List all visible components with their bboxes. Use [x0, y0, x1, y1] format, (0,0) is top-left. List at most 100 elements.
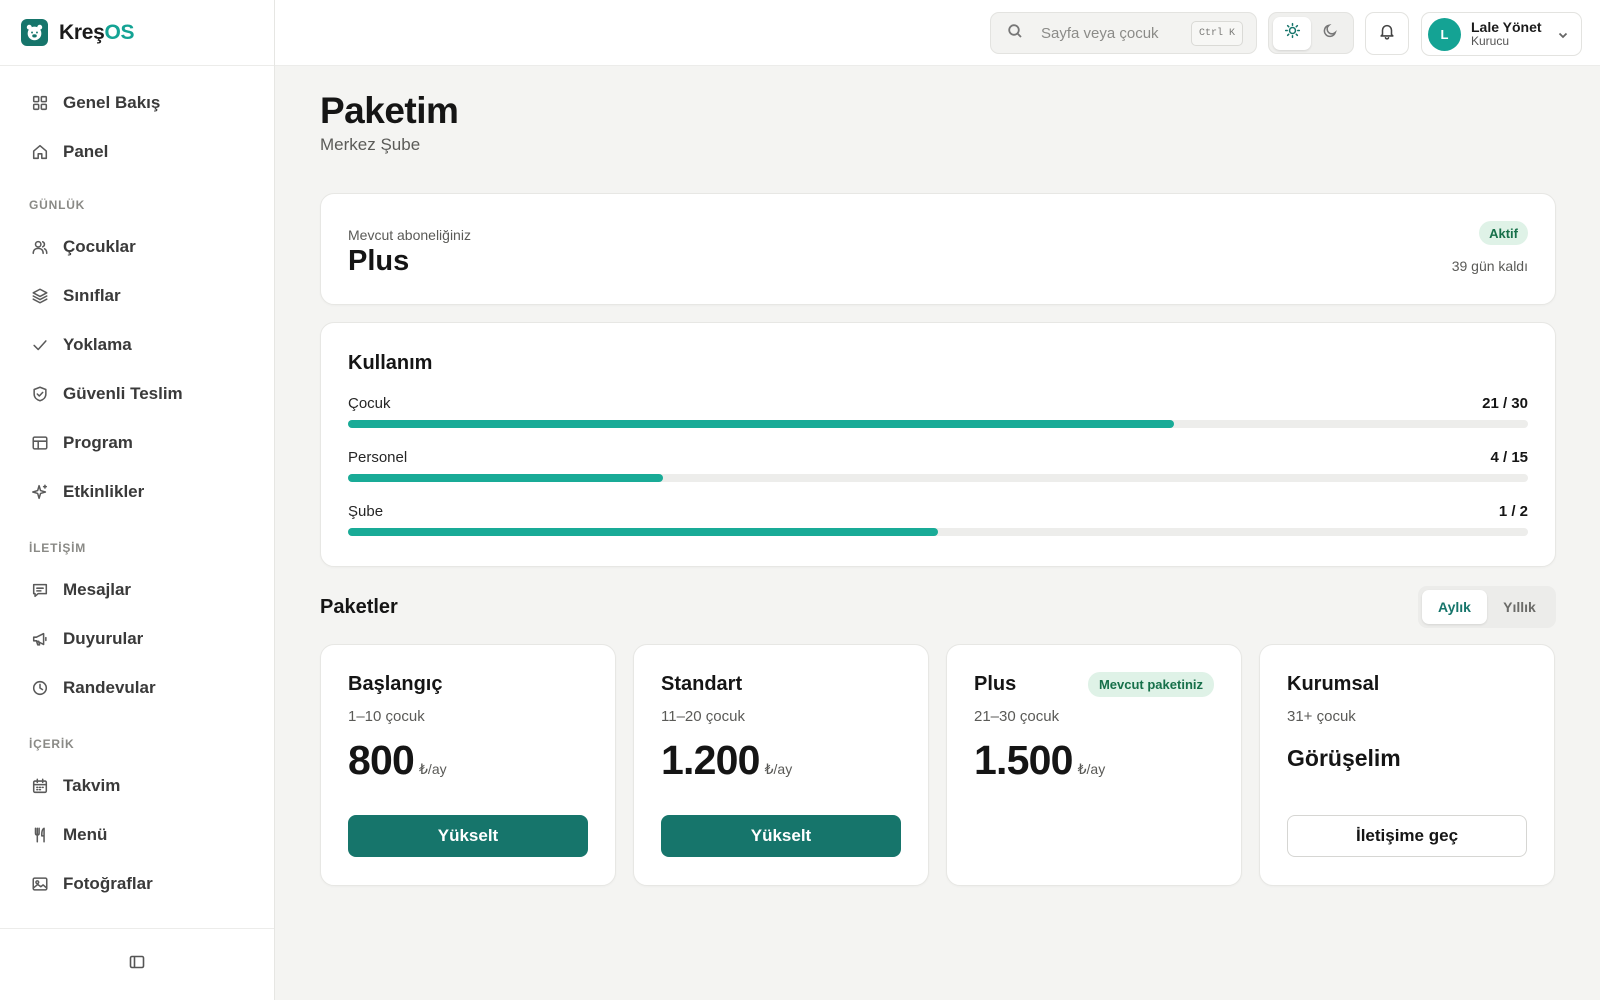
- usage-value: 1 / 2: [1498, 503, 1528, 520]
- usage-label: Şube: [348, 503, 384, 520]
- message-icon: [30, 580, 50, 600]
- plan-range: 11–20 çocuk: [661, 708, 745, 725]
- calendar-icon: [30, 776, 50, 796]
- image-icon: [30, 874, 50, 894]
- period-monthly-button[interactable]: Aylık: [1422, 590, 1487, 624]
- shield-check-icon: [30, 384, 50, 404]
- brand-name: KreşOS: [59, 20, 135, 45]
- usage-value: 4 / 15: [1490, 449, 1528, 466]
- plan-name: Plus: [974, 673, 1017, 695]
- sidebar-item-duyurular[interactable]: Duyurular: [0, 614, 274, 663]
- sidebar: KreşOS Genel Bakış Panel GÜNLÜK Çocuklar…: [0, 0, 275, 1000]
- sidebar-item-genel-bakis[interactable]: Genel Bakış: [0, 78, 274, 127]
- price-unit: ₺/ay: [764, 761, 793, 777]
- plan-price: 800 ₺/ay: [348, 737, 447, 784]
- price-amount: 1.200: [661, 737, 760, 783]
- contact-button[interactable]: İletişime geç: [1287, 815, 1527, 857]
- plan-range: 21–30 çocuk: [974, 708, 1060, 725]
- usage-bar: [348, 528, 1528, 536]
- sidebar-item-siniflar[interactable]: Sınıflar: [0, 271, 274, 320]
- check-icon: [30, 335, 50, 355]
- brand[interactable]: KreşOS: [0, 0, 274, 66]
- usage-bar-fill: [348, 420, 1174, 428]
- user-menu[interactable]: L Lale Yönet Kurucu: [1421, 12, 1582, 56]
- sidebar-item-program[interactable]: Program: [0, 418, 274, 467]
- megaphone-icon: [30, 629, 50, 649]
- sidebar-item-label: Panel: [63, 141, 109, 161]
- usage-label: Çocuk: [348, 395, 391, 412]
- usage-bar-fill: [348, 528, 938, 536]
- sidebar-item-etkinlikler[interactable]: Etkinlikler: [0, 467, 274, 516]
- search-box[interactable]: Ctrl K: [990, 12, 1257, 54]
- period-yearly-button[interactable]: Yıllık: [1487, 590, 1552, 624]
- usage-title: Kullanım: [348, 352, 433, 374]
- light-theme-button[interactable]: [1273, 16, 1311, 50]
- sidebar-item-label: Genel Bakış: [63, 92, 161, 112]
- plan-card-plus: Plus Mevcut paketiniz 21–30 çocuk 1.500 …: [946, 644, 1242, 886]
- home-icon: [30, 142, 50, 162]
- clock-icon: [30, 678, 50, 698]
- sidebar-item-label: Duyurular: [63, 628, 144, 648]
- plan-range: 1–10 çocuk: [348, 708, 425, 725]
- sidebar-item-yoklama[interactable]: Yoklama: [0, 320, 274, 369]
- sidebar-item-menu[interactable]: Menü: [0, 810, 274, 859]
- subscription-card: Mevcut aboneliğiniz Plus Aktif 39 gün ka…: [320, 193, 1556, 305]
- plan-price: 1.200 ₺/ay: [661, 737, 792, 784]
- price-amount: 800: [348, 737, 415, 783]
- sidebar-item-fotograflar[interactable]: Fotoğraflar: [0, 859, 274, 908]
- upgrade-button[interactable]: Yükselt: [348, 815, 588, 857]
- plan-list: Başlangıç 1–10 çocuk 800 ₺/ay Yükselt St…: [320, 644, 1556, 886]
- utensils-icon: [30, 825, 50, 845]
- moon-icon: [1322, 22, 1339, 44]
- sidebar-item-label: Sınıflar: [63, 285, 121, 305]
- bear-logo-icon: [21, 19, 48, 46]
- plan-contact-text: Görüşelim: [1287, 745, 1401, 771]
- search-shortcut-hint: Ctrl K: [1190, 21, 1243, 46]
- sidebar-item-cocuklar[interactable]: Çocuklar: [0, 222, 274, 271]
- sidebar-item-randevular[interactable]: Randevular: [0, 663, 274, 712]
- usage-value: 21 / 30: [1482, 395, 1528, 412]
- plan-card-baslangic: Başlangıç 1–10 çocuk 800 ₺/ay Yükselt: [320, 644, 616, 886]
- sidebar-item-label: Güvenli Teslim: [63, 383, 183, 403]
- grid-icon: [30, 93, 50, 113]
- sparkles-icon: [30, 482, 50, 502]
- sidebar-item-guvenli-teslim[interactable]: Güvenli Teslim: [0, 369, 274, 418]
- status-badge: Aktif: [1479, 221, 1528, 245]
- section-title-icerik: İÇERİK: [29, 737, 75, 751]
- notifications-button[interactable]: [1365, 12, 1409, 55]
- sidebar-toggle-icon[interactable]: [129, 954, 145, 975]
- sun-icon: [1284, 22, 1301, 44]
- page-title: Paketim: [320, 90, 459, 131]
- billing-period-toggle: Aylık Yıllık: [1418, 586, 1556, 628]
- table-icon: [30, 433, 50, 453]
- sidebar-item-label: Takvim: [63, 775, 121, 795]
- sidebar-footer: [0, 928, 274, 1000]
- sidebar-item-label: Menü: [63, 824, 108, 844]
- usage-bar: [348, 420, 1528, 428]
- search-input[interactable]: [1041, 24, 1181, 42]
- sidebar-item-takvim[interactable]: Takvim: [0, 761, 274, 810]
- price-amount: 1.500: [974, 737, 1073, 783]
- usage-row-cocuk: Çocuk 21 / 30: [348, 395, 1528, 439]
- top-header: Ctrl K L Lale Yönet Kurucu: [275, 0, 1600, 66]
- usage-bar-fill: [348, 474, 663, 482]
- subscription-label: Mevcut aboneliğiniz: [348, 227, 471, 243]
- layers-icon: [30, 286, 50, 306]
- upgrade-button[interactable]: Yükselt: [661, 815, 901, 857]
- days-left: 39 gün kaldı: [1451, 258, 1528, 274]
- page-subtitle: Merkez Şube: [320, 135, 421, 154]
- sidebar-item-label: Mesajlar: [63, 579, 132, 599]
- sidebar-item-label: Çocuklar: [63, 236, 136, 256]
- sidebar-item-label: Randevular: [63, 677, 156, 697]
- plan-name: Standart: [661, 673, 743, 695]
- usage-card: Kullanım Çocuk 21 / 30 Personel 4 / 15 Ş…: [320, 322, 1556, 567]
- sidebar-item-panel[interactable]: Panel: [0, 127, 274, 176]
- sidebar-item-mesajlar[interactable]: Mesajlar: [0, 565, 274, 614]
- dark-theme-button[interactable]: [1311, 17, 1349, 50]
- brand-name-accent: OS: [104, 20, 135, 44]
- current-plan-badge: Mevcut paketiniz: [1087, 672, 1214, 697]
- usage-row-sube: Şube 1 / 2: [348, 503, 1528, 547]
- plan-price: 1.500 ₺/ay: [974, 737, 1105, 784]
- subscription-plan: Plus: [348, 245, 410, 277]
- search-icon: [1007, 23, 1023, 44]
